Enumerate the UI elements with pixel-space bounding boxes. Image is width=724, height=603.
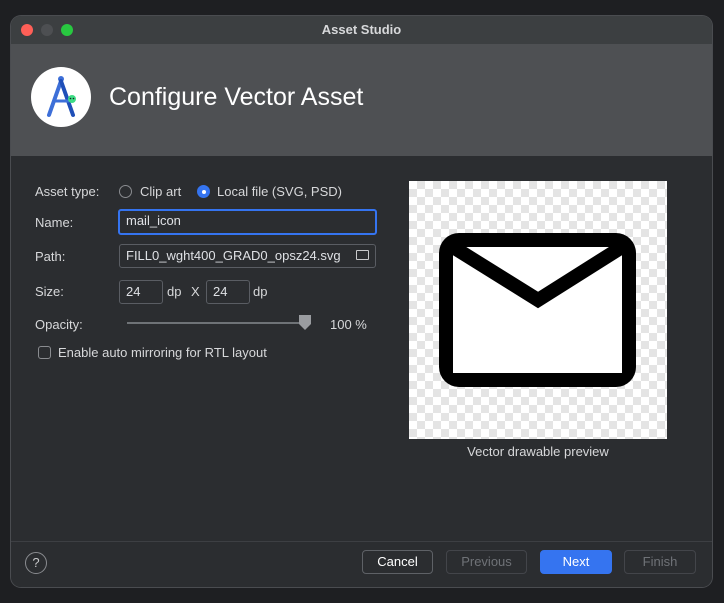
opacity-slider-track[interactable] [127, 322, 311, 324]
dialog-footer: ? Cancel Previous Next Finish [11, 541, 712, 587]
size-width-input[interactable]: 24 [119, 280, 163, 304]
vector-preview [409, 181, 667, 439]
name-input[interactable]: mail_icon [118, 209, 377, 235]
header-banner: Configure Vector Asset [11, 44, 712, 156]
size-separator: X [191, 284, 200, 299]
android-studio-logo-icon [31, 67, 91, 127]
path-label: Path: [35, 249, 66, 264]
auto-mirroring-label[interactable]: Enable auto mirroring for RTL layout [58, 345, 267, 360]
opacity-label: Opacity: [35, 317, 83, 332]
window-title: Asset Studio [321, 22, 402, 37]
size-width-unit: dp [167, 284, 182, 299]
auto-mirroring-checkbox[interactable] [38, 346, 51, 359]
page-title: Configure Vector Asset [109, 83, 364, 111]
asset-studio-window: Asset Studio Configure Vector Asset Asse… [11, 16, 712, 587]
size-height-input[interactable]: 24 [206, 280, 250, 304]
opacity-value: 100 % [330, 317, 367, 332]
title-bar: Asset Studio [11, 16, 712, 44]
previous-button[interactable]: Previous [446, 550, 527, 574]
content-panel: Asset type: Clip art Local file (SVG, PS… [11, 156, 712, 541]
size-label: Size: [35, 284, 64, 299]
cancel-button[interactable]: Cancel [362, 550, 433, 574]
local-file-radio[interactable] [197, 185, 210, 198]
size-height-unit: dp [253, 284, 268, 299]
help-button[interactable]: ? [25, 552, 47, 574]
next-button[interactable]: Next [540, 550, 612, 574]
mail-icon [439, 233, 636, 387]
path-input[interactable]: FILL0_wght400_GRAD0_opsz24.svg [119, 244, 376, 268]
folder-icon[interactable] [356, 250, 369, 260]
name-label: Name: [35, 215, 74, 230]
preview-caption: Vector drawable preview [467, 444, 609, 459]
asset-type-label: Asset type: [35, 184, 100, 199]
opacity-slider-knob[interactable] [299, 315, 311, 330]
clip-art-radio-label[interactable]: Clip art [140, 184, 181, 199]
finish-button[interactable]: Finish [624, 550, 696, 574]
clip-art-radio[interactable] [119, 185, 132, 198]
local-file-radio-label[interactable]: Local file (SVG, PSD) [217, 184, 342, 199]
path-value: FILL0_wght400_GRAD0_opsz24.svg [126, 248, 341, 263]
